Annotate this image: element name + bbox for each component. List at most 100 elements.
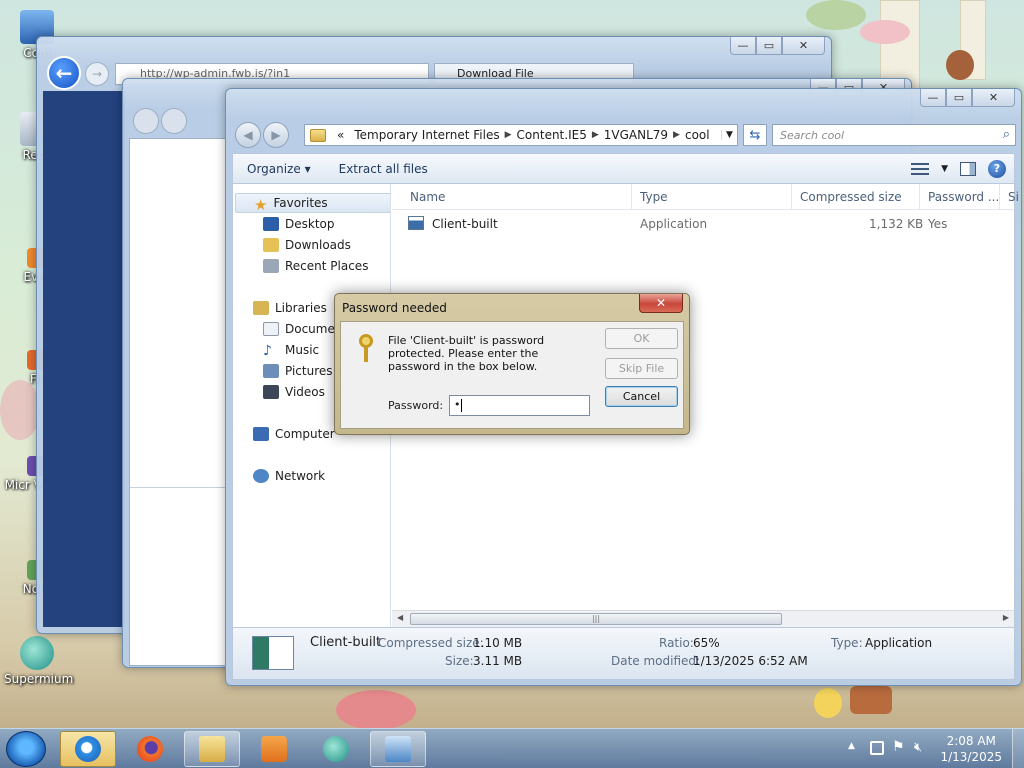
scrollbar-thumb[interactable]: ||| [410,613,782,625]
file-name: Client-built [432,217,498,231]
show-desktop-button[interactable] [1012,729,1024,768]
close-button[interactable]: ✕ [782,37,825,55]
details-size-label: Size: [445,654,474,668]
explorer-nav-pane [129,138,227,666]
action-center-flag-icon[interactable]: ⚑ [892,739,905,755]
back-button[interactable]: ← [47,56,81,90]
help-icon[interactable]: ? [988,159,1006,178]
nav-computer[interactable]: Computer [253,424,335,444]
view-dropdown-icon[interactable]: ▼ [941,164,948,174]
folder-icon [199,736,225,762]
search-placeholder: Search cool [780,129,845,142]
maximize-button[interactable]: ▭ [946,89,972,107]
minimize-button[interactable]: — [730,37,756,55]
dialog-close-button[interactable]: ✕ [639,294,683,313]
back-button[interactable] [133,108,159,134]
details-date-label: Date modified: [611,654,701,668]
chevron-right-icon[interactable]: ▶ [673,130,680,140]
forward-button[interactable]: → [85,62,109,86]
organize-button[interactable]: Organize ▾ [233,162,325,176]
column-name[interactable]: Name [402,184,632,210]
supermium-icon [20,636,54,670]
taskbar-control-panel[interactable] [370,731,426,767]
details-compressed-size-label: Compressed size: [378,636,484,650]
show-hidden-icons-icon[interactable]: ▲ [848,741,855,751]
column-compressed-size[interactable]: Compressed size [792,184,920,210]
divider [130,487,226,488]
search-icon[interactable]: ⌕ [1003,127,1010,142]
nav-libraries[interactable]: Libraries [253,298,327,318]
details-ratio: 65% [693,636,720,650]
taskbar-supermium[interactable] [308,731,364,767]
nav-videos[interactable]: Videos [263,382,325,402]
password-input[interactable]: • [449,395,590,416]
clock[interactable]: 2:08 AM 1/13/2025 [940,733,1002,765]
taskbar-explorer[interactable] [184,731,240,767]
table-row[interactable]: Client-built Application 1,132 KB Yes [402,214,1014,236]
wallpaper-leaves [806,0,866,30]
back-button[interactable]: ◀ [235,122,261,148]
nav-pictures[interactable]: Pictures [263,361,333,381]
close-button[interactable]: ✕ [972,89,1015,107]
file-password: Yes [928,217,948,231]
volume-muted-icon[interactable]: 🔇︎ [914,740,922,755]
minimize-button[interactable]: — [920,89,946,107]
ie-caption-buttons: — ▭ ✕ [730,37,825,55]
column-type[interactable]: Type [632,184,792,210]
chevron-down-icon[interactable]: ▼ [721,130,737,140]
nav-network[interactable]: Network [253,466,325,486]
nav-desktop[interactable]: Desktop [263,214,335,234]
breadcrumb-temporary-internet-files[interactable]: Temporary Internet Files [349,128,504,142]
taskbar-internet-explorer[interactable] [60,731,116,767]
nav-favorites[interactable]: ★ Favorites [235,193,390,214]
breadcrumb[interactable]: « Temporary Internet Files ▶ Content.IE5… [304,124,738,146]
details-size: 3.11 MB [473,654,523,668]
extract-all-files-button[interactable]: Extract all files [325,162,442,176]
forward-button[interactable] [161,108,187,134]
column-size[interactable]: Si [1000,184,1018,210]
toolbar-right: ▼ ? [911,159,1014,178]
breadcrumb-1vganl79[interactable]: 1VGANL79 [599,128,673,142]
system-tray: ▲ ⚑ 🔇︎ 2:08 AM 1/13/2025 [834,729,1024,768]
taskbar-media-player[interactable] [246,731,302,767]
skip-file-button[interactable]: Skip File [605,358,678,379]
breadcrumb-cool[interactable]: cool [680,128,715,142]
scroll-right-icon[interactable]: ▶ [1003,613,1009,622]
explorer-caption-buttons: — ▭ ✕ [920,89,1015,107]
change-view-icon[interactable] [911,162,930,175]
ok-button[interactable]: OK [605,328,678,349]
details-pane: Client-built Compressed size: 1.10 MB Si… [232,628,1015,680]
chevron-right-icon[interactable]: ▶ [592,130,599,140]
wallpaper-bee [814,688,842,718]
desktop-icon-supermium[interactable]: Supermium [4,636,73,686]
column-password[interactable]: Password ... [920,184,1000,210]
refresh-button[interactable]: ⇆ [743,124,767,146]
taskbar-firefox[interactable] [122,731,178,767]
folder-icon [310,128,326,142]
network-icon [253,469,269,483]
cancel-button[interactable]: Cancel [605,386,678,407]
forward-button[interactable]: ▶ [263,122,289,148]
chevron-right-icon[interactable]: ▶ [505,130,512,140]
pictures-icon [263,364,279,378]
file-thumbnail [252,636,294,670]
key-icon [359,334,375,362]
supermium-icon [323,736,349,762]
breadcrumb-overflow[interactable]: « [332,128,349,142]
details-name: Client-built [310,635,382,650]
breadcrumb-content-ie5[interactable]: Content.IE5 [512,128,592,142]
control-panel-icon [385,736,411,762]
start-button[interactable] [6,731,46,767]
network-icon[interactable] [870,741,884,755]
preview-pane-icon[interactable] [960,161,976,176]
details-ratio-label: Ratio: [659,636,694,650]
horizontal-scrollbar[interactable]: ◀ ||| ▶ [392,610,1014,627]
nav-recent-places[interactable]: Recent Places [263,256,368,276]
scroll-left-icon[interactable]: ◀ [397,613,403,622]
nav-music[interactable]: ♪ Music [263,340,319,360]
search-input[interactable]: Search cool ⌕ [772,124,1016,146]
nav-downloads[interactable]: Downloads [263,235,351,255]
maximize-button[interactable]: ▭ [756,37,782,55]
password-dialog[interactable]: Password needed ✕ File 'Client-built' is… [334,293,690,435]
documents-icon [263,322,279,336]
